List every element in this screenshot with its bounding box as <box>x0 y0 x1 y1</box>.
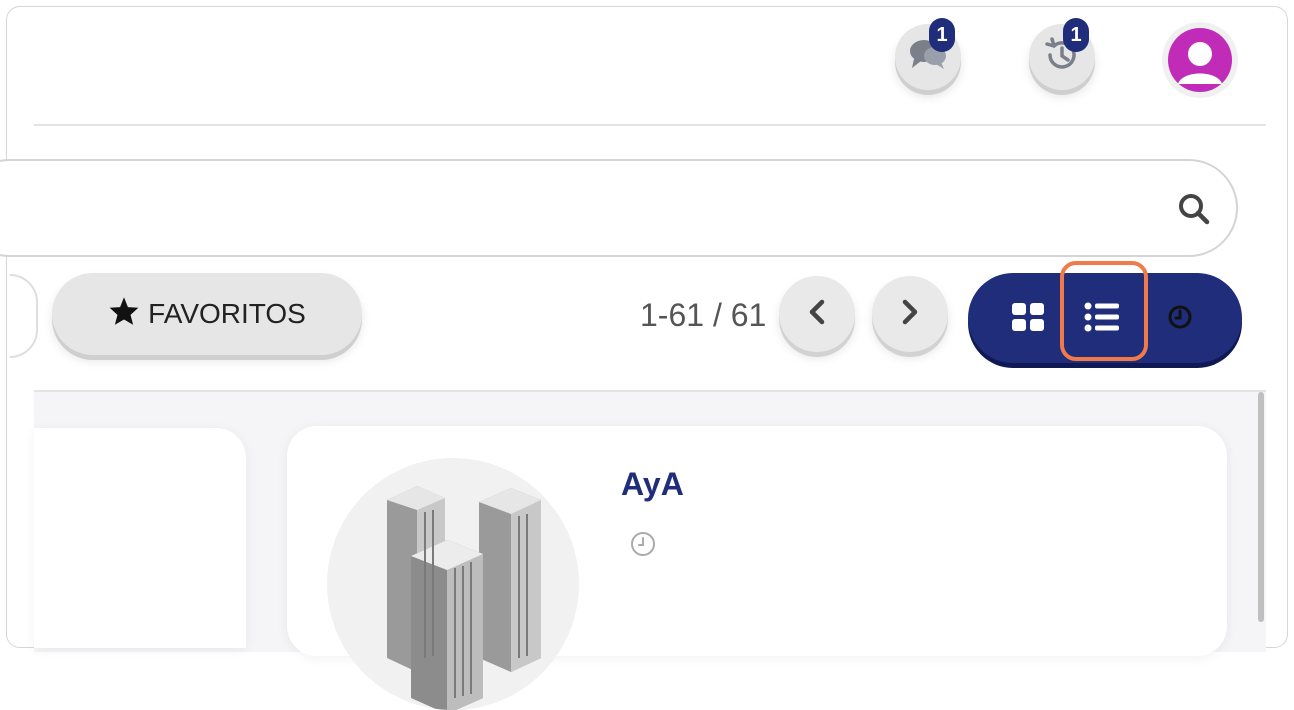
chevron-left-icon <box>807 299 827 330</box>
buildings-icon <box>387 486 541 710</box>
messages-count-badge: 1 <box>929 18 955 52</box>
pagination-info: 1-61 / 61 <box>640 297 767 333</box>
user-icon <box>1168 28 1232 92</box>
timeline-view-icon[interactable] <box>1158 295 1202 339</box>
favorites-button[interactable]: FAVORITOS <box>52 273 362 355</box>
previous-page-button[interactable] <box>779 276 855 352</box>
header-divider <box>34 124 1266 126</box>
company-image <box>327 458 579 710</box>
grid-view-icon[interactable] <box>1006 295 1050 339</box>
history-count-badge: 1 <box>1063 18 1089 52</box>
next-page-button[interactable] <box>872 276 948 352</box>
search-input[interactable] <box>42 185 1096 233</box>
star-icon <box>108 296 140 333</box>
favorites-label: FAVORITOS <box>148 298 306 329</box>
vertical-scrollbar[interactable] <box>1258 392 1264 622</box>
search-bar <box>0 159 1238 257</box>
card-partial[interactable] <box>34 428 246 648</box>
user-avatar[interactable] <box>1162 22 1238 98</box>
clock-icon <box>629 530 657 558</box>
search-icon[interactable] <box>1176 191 1212 227</box>
company-card[interactable]: AyA <box>287 426 1227 710</box>
list-view-highlight <box>1060 261 1148 361</box>
history-button[interactable]: 1 <box>1029 18 1095 90</box>
company-name[interactable]: AyA <box>621 466 684 503</box>
messages-button[interactable]: 1 <box>895 18 961 90</box>
chevron-right-icon <box>900 299 920 330</box>
